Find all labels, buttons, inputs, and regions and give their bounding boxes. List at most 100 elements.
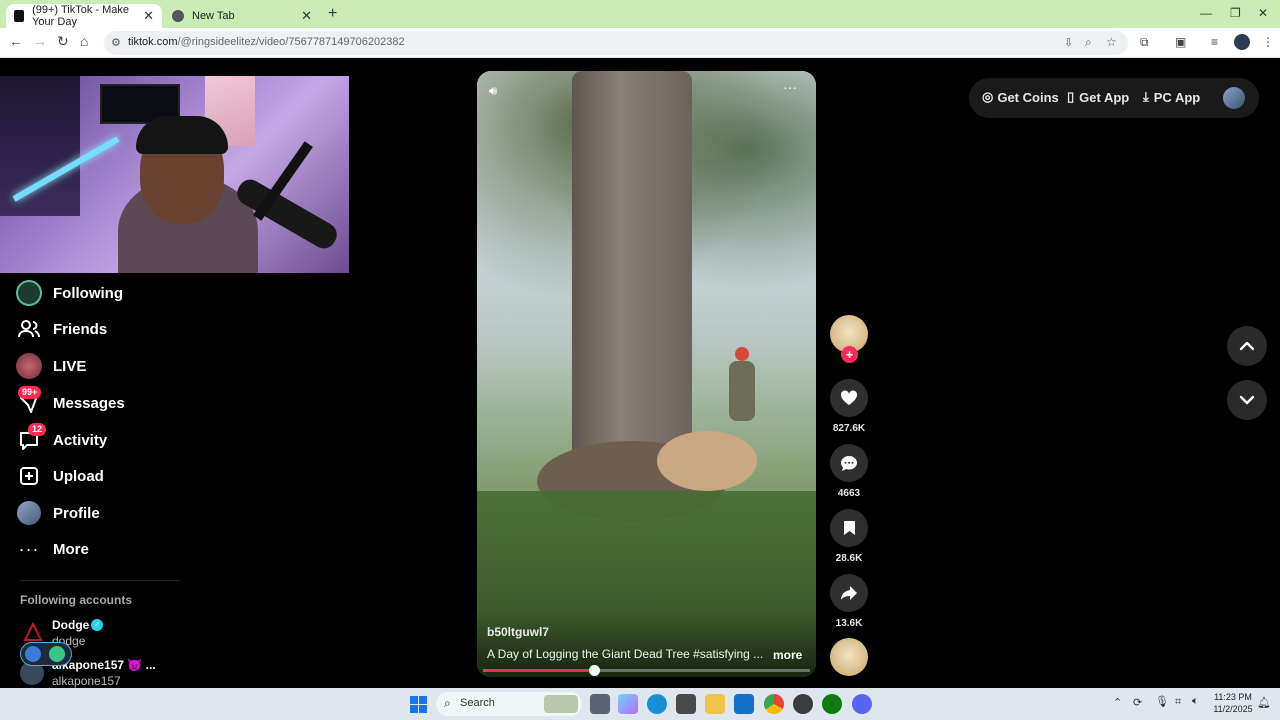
windows-taskbar: ⌕ Search ⌃ ⟳ 🎙︎ ⌗ 🔈︎ 11:23 PM 11/2/2025 … bbox=[0, 688, 1280, 720]
like-button[interactable] bbox=[830, 379, 868, 417]
video-progress-track[interactable] bbox=[483, 665, 810, 676]
close-window-icon[interactable]: ✕ bbox=[1258, 6, 1268, 20]
share-button[interactable] bbox=[830, 574, 868, 612]
tab-tiktok[interactable]: (99+) TikTok - Make Your Day ✕ bbox=[6, 4, 162, 28]
sidebar-item-following[interactable]: Following bbox=[14, 278, 123, 308]
download-icon: ⤓ bbox=[1143, 89, 1149, 104]
windows-start-icon[interactable] bbox=[410, 696, 427, 713]
edge-icon[interactable] bbox=[647, 694, 667, 714]
task-view-icon[interactable] bbox=[590, 694, 610, 714]
comment-button[interactable] bbox=[830, 444, 868, 482]
music-disc-avatar[interactable] bbox=[830, 638, 868, 676]
close-tab-icon[interactable]: ✕ bbox=[301, 8, 312, 24]
pc-app-button[interactable]: ⤓ PC App bbox=[1143, 89, 1200, 105]
activity-badge: 12 bbox=[28, 423, 47, 436]
split-view-icon[interactable]: ▣ bbox=[1175, 35, 1186, 49]
browser-toolbar: ← → ↻ ⌂ ⚙ tiktok.com/@ringsideelitez/vid… bbox=[0, 28, 1280, 58]
install-app-icon[interactable]: ⇩ bbox=[1064, 36, 1073, 49]
taskbar-time[interactable]: 11:23 PM bbox=[1212, 692, 1254, 702]
sidebar-item-profile[interactable]: Profile bbox=[14, 498, 100, 528]
tab-title: (99+) TikTok - Make Your Day bbox=[32, 4, 129, 28]
sidebar-item-messages[interactable]: 99+ Messages bbox=[14, 386, 125, 418]
tab-new-tab[interactable]: New Tab ✕ bbox=[164, 4, 320, 28]
sidebar-item-activity[interactable]: 12 Activity bbox=[14, 423, 107, 455]
video-more-options-icon[interactable]: ··· bbox=[783, 79, 797, 95]
globe-icon bbox=[172, 10, 184, 22]
extensions-icon[interactable]: ⧉ bbox=[1140, 35, 1149, 50]
following-icon bbox=[14, 278, 44, 308]
heart-icon bbox=[840, 390, 858, 405]
pc-app-label: PC App bbox=[1153, 89, 1201, 105]
maximize-icon[interactable]: ❐ bbox=[1230, 6, 1241, 20]
menu-kebab-icon[interactable]: ⋮ bbox=[1262, 35, 1274, 49]
media-control-icon[interactable]: ≡ bbox=[1211, 35, 1218, 49]
microphone-icon[interactable]: 🎙︎ bbox=[1155, 695, 1169, 708]
sidebar-item-label: Messages bbox=[53, 394, 125, 412]
webcam-person-beanie bbox=[136, 116, 228, 154]
sidebar-item-friends[interactable]: Friends bbox=[14, 314, 107, 344]
profile-avatar[interactable] bbox=[1234, 34, 1250, 50]
power-icon bbox=[49, 646, 65, 662]
sidebar-divider bbox=[20, 580, 180, 581]
back-icon[interactable]: ← bbox=[9, 33, 23, 49]
site-info-icon[interactable]: ⚙ bbox=[111, 36, 121, 49]
discord-icon[interactable] bbox=[852, 694, 872, 714]
home-icon[interactable]: ⌂ bbox=[80, 33, 88, 49]
minimize-icon[interactable]: — bbox=[1200, 6, 1212, 20]
chrome-icon[interactable] bbox=[764, 694, 784, 714]
sync-icon[interactable]: ⟳ bbox=[1133, 696, 1142, 709]
sidebar-item-label: LIVE bbox=[53, 357, 87, 375]
network-icon[interactable]: ⌗ bbox=[1175, 696, 1181, 709]
get-coins-button[interactable]: ◎ Get Coins bbox=[982, 89, 1059, 105]
follow-plus-icon[interactable]: + bbox=[841, 346, 858, 363]
close-tab-icon[interactable]: ✕ bbox=[143, 8, 154, 24]
sidebar-item-label: Profile bbox=[53, 504, 100, 522]
caption-more-link[interactable]: more bbox=[773, 648, 802, 662]
video-author[interactable]: b50ltguwl7 bbox=[487, 625, 549, 639]
chevron-up-icon bbox=[1239, 341, 1255, 351]
store-icon[interactable] bbox=[676, 694, 696, 714]
account-handle: alkapone157 bbox=[52, 674, 121, 688]
activity-icon: 12 bbox=[14, 423, 47, 455]
messages-icon: 99+ bbox=[14, 386, 44, 418]
save-count: 28.6K bbox=[835, 553, 863, 564]
profile-icon bbox=[14, 498, 44, 528]
verified-badge-icon: ✓ bbox=[91, 619, 103, 631]
address-bar[interactable]: ⚙ tiktok.com/@ringsideelitez/video/75677… bbox=[104, 31, 1128, 55]
taskbar-date[interactable]: 11/2/2025 bbox=[1212, 704, 1254, 714]
top-right-bar: ◎ Get Coins ▯ Get App ⤓ PC App bbox=[969, 78, 1259, 118]
user-avatar[interactable] bbox=[1223, 87, 1245, 109]
share-count: 13.6K bbox=[835, 618, 863, 629]
speaker-icon[interactable]: 🔈︎ bbox=[1192, 695, 1199, 708]
copilot-icon[interactable] bbox=[618, 694, 638, 714]
sidebar-item-upload[interactable]: Upload bbox=[14, 461, 104, 491]
save-button[interactable] bbox=[830, 509, 868, 547]
notification-bell-icon[interactable]: 🔔︎ bbox=[1257, 696, 1271, 709]
like-count: 827.6K bbox=[832, 423, 866, 434]
next-video-button[interactable] bbox=[1227, 380, 1267, 420]
url-text: tiktok.com/@ringsideelitez/video/7567787… bbox=[128, 36, 405, 48]
volume-icon[interactable]: 🔊︎ bbox=[489, 83, 497, 99]
xbox-icon[interactable] bbox=[822, 694, 842, 714]
account-name: Dodge bbox=[52, 618, 90, 632]
reload-icon[interactable]: ↻ bbox=[57, 33, 69, 50]
outlook-icon[interactable] bbox=[734, 694, 754, 714]
taskbar-search-box[interactable]: ⌕ Search bbox=[436, 692, 582, 716]
bookmark-star-icon[interactable]: ☆ bbox=[1106, 35, 1117, 49]
search-icon: ⌕ bbox=[444, 696, 451, 710]
phone-icon: ▯ bbox=[1067, 89, 1075, 104]
previous-video-button[interactable] bbox=[1227, 326, 1267, 366]
sidebar-item-live[interactable]: LIVE bbox=[14, 351, 86, 381]
zoom-icon[interactable]: ⌕ bbox=[1085, 35, 1092, 50]
friends-icon bbox=[14, 314, 44, 344]
forward-icon[interactable]: → bbox=[33, 33, 47, 49]
get-app-button[interactable]: ▯ Get App bbox=[1067, 89, 1129, 105]
new-tab-icon[interactable]: + bbox=[328, 5, 337, 23]
video-player[interactable]: 🔊︎ ··· b50ltguwl7 A Day of Logging the G… bbox=[477, 71, 816, 677]
tray-chevron-up-icon[interactable]: ⌃ bbox=[1113, 696, 1122, 709]
sidebar-item-more[interactable]: ··· More bbox=[14, 534, 89, 564]
widget-logo-icon bbox=[25, 646, 41, 662]
app-icon[interactable] bbox=[793, 694, 813, 714]
floating-widget-toggle[interactable] bbox=[20, 642, 72, 666]
file-explorer-icon[interactable] bbox=[705, 694, 725, 714]
